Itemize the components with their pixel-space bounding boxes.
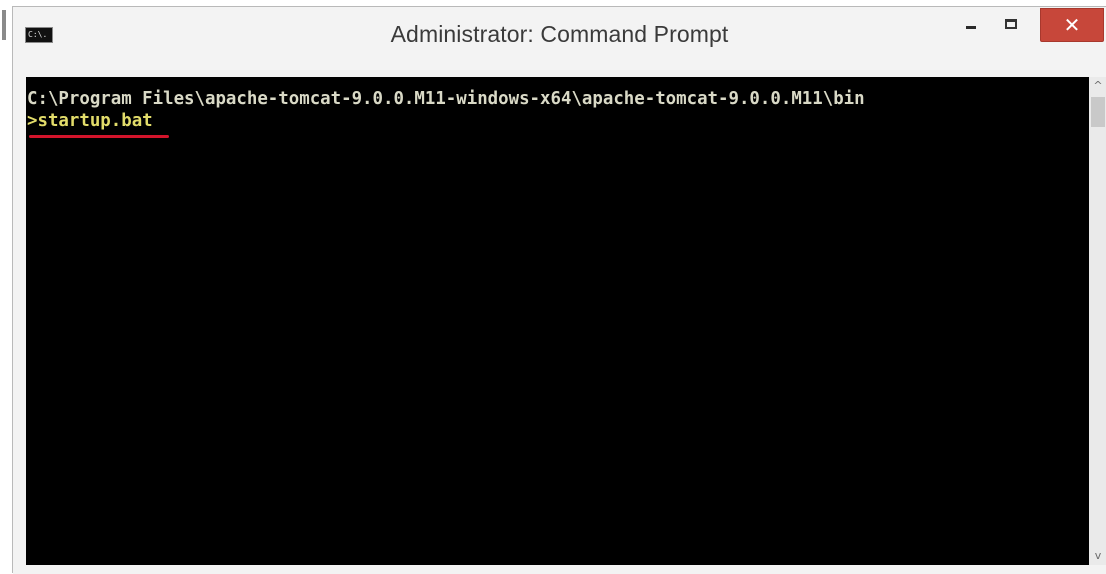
vertical-scrollbar[interactable]: ^ v (1089, 77, 1106, 565)
close-button[interactable]: ✕ (1040, 8, 1104, 42)
scroll-down-arrow-icon[interactable]: v (1089, 547, 1106, 565)
minimize-icon (966, 25, 976, 29)
console-line-path: C:\Program Files\apache-tomcat-9.0.0.M11… (27, 89, 865, 109)
red-highlight-underline (29, 135, 169, 138)
console-output[interactable]: C:\Program Files\apache-tomcat-9.0.0.M11… (26, 77, 1089, 565)
minimize-button[interactable] (952, 7, 990, 41)
console-line-command: >startup.bat (27, 111, 153, 131)
scroll-up-arrow-icon[interactable]: ^ (1089, 77, 1106, 95)
left-edge-mark (2, 10, 6, 40)
close-icon: ✕ (1063, 13, 1081, 37)
command-prompt-window: C:\. Administrator: Command Prompt ✕ C:\… (12, 6, 1106, 574)
scroll-thumb[interactable] (1091, 97, 1105, 127)
maximize-icon (1005, 19, 1017, 29)
maximize-button[interactable] (990, 7, 1032, 41)
window-title: Administrator: Command Prompt (390, 21, 729, 47)
title-bar[interactable]: C:\. Administrator: Command Prompt ✕ (13, 7, 1106, 65)
